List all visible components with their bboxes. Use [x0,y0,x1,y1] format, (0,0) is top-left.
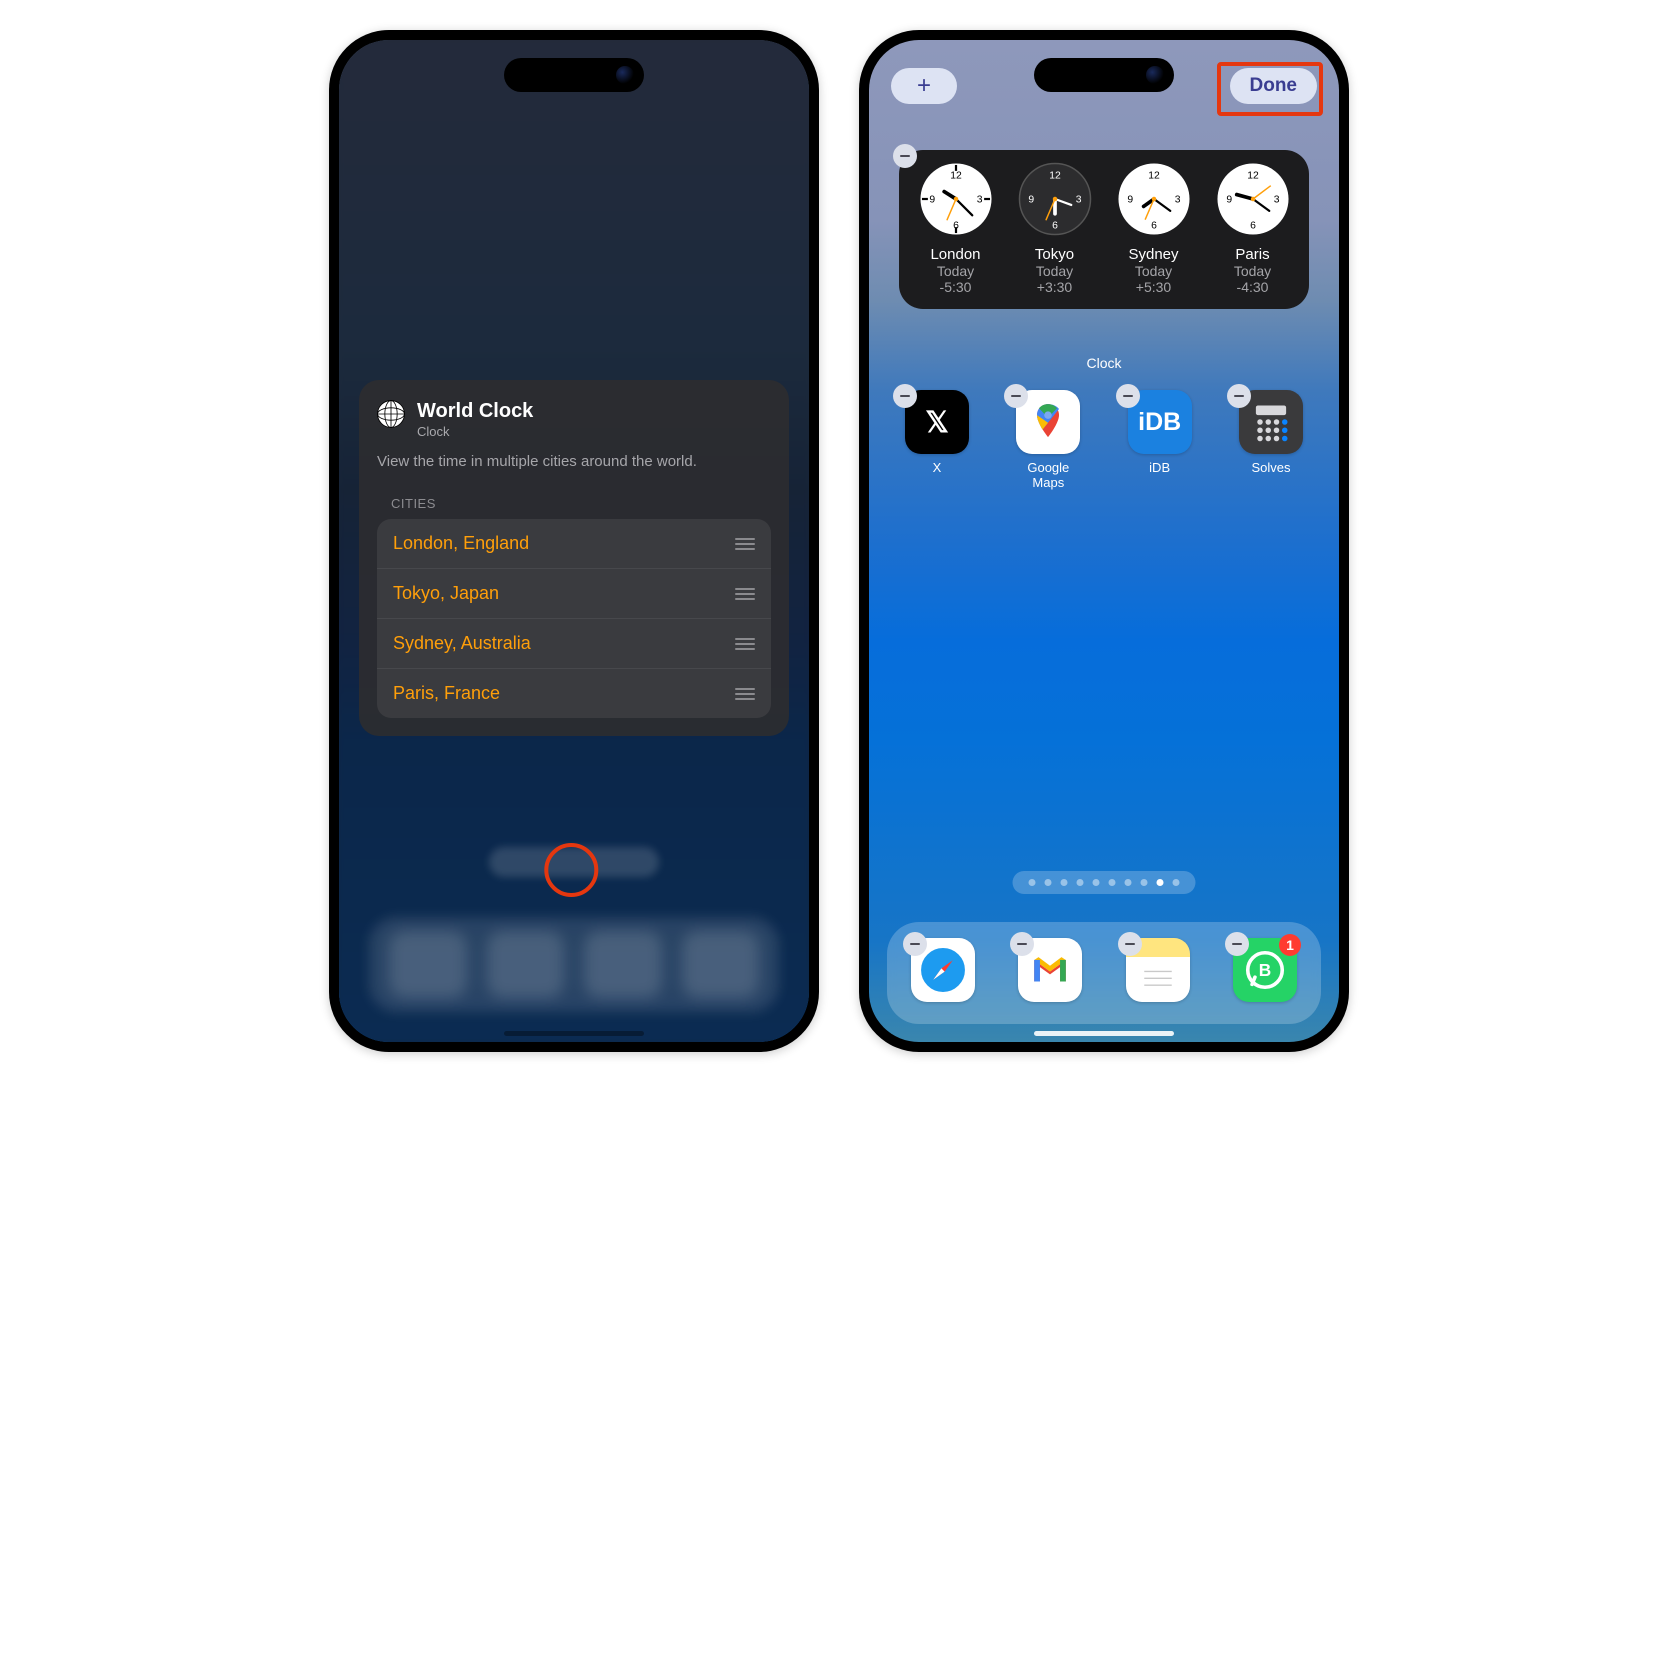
clock-city: London [909,246,1002,263]
dock-blurred [369,917,779,1012]
svg-text:9: 9 [929,195,935,206]
dynamic-island [504,58,644,92]
remove-app-icon[interactable] [1225,932,1249,956]
clock-col-sydney: 12 3 6 9 Sydney Today +5:30 [1107,162,1200,295]
svg-text:9: 9 [1127,195,1133,206]
clock-col-tokyo: 12 3 6 9 Tokyo Today +3:30 [1008,162,1101,295]
drag-handle-icon[interactable] [735,638,755,650]
svg-text:12: 12 [950,170,962,181]
svg-text:12: 12 [1148,170,1160,181]
home-indicator[interactable] [1034,1031,1174,1036]
done-button[interactable]: Done [1230,68,1318,104]
svg-text:6: 6 [1151,221,1157,232]
city-name: Paris, France [393,683,500,704]
analog-clock-icon: 12 3 6 9 [919,162,993,236]
app-x[interactable]: 𝕏 X [899,390,975,490]
city-name: Sydney, Australia [393,633,531,654]
world-clock-icon [377,400,405,428]
dock-app-safari[interactable] [909,938,977,1008]
cities-list: London, England Tokyo, Japan Sydney, Aus… [377,519,771,718]
remove-app-icon[interactable] [1118,932,1142,956]
city-name: London, England [393,533,529,554]
phone-left: World Clock Clock View the time in multi… [329,30,819,1052]
screen-right: + Done 12 3 6 9 [869,40,1339,1042]
city-name: Tokyo, Japan [393,583,499,604]
widget-caption: Clock [869,355,1339,371]
remove-app-icon[interactable] [1116,384,1140,408]
svg-text:3: 3 [1075,195,1081,206]
widget-app-name: Clock [417,424,533,439]
world-clock-config-card: World Clock Clock View the time in multi… [359,380,789,736]
clock-day: Today [1206,263,1299,279]
svg-text:9: 9 [1226,195,1232,206]
screen-left: World Clock Clock View the time in multi… [339,40,809,1042]
svg-text:3: 3 [1273,195,1279,206]
dynamic-island [1034,58,1174,92]
plus-icon: + [917,74,931,98]
home-indicator[interactable] [504,1031,644,1036]
svg-text:12: 12 [1049,170,1061,181]
svg-text:6: 6 [953,221,959,232]
clock-offset: +3:30 [1008,279,1101,295]
svg-text:3: 3 [1174,195,1180,206]
analog-clock-icon: 12 3 6 9 [1216,162,1290,236]
cities-heading: CITIES [391,496,771,511]
clock-day: Today [1008,263,1101,279]
clock-offset: -5:30 [909,279,1002,295]
app-label: iDB [1122,460,1198,475]
app-label: Google Maps [1010,460,1086,490]
drag-handle-icon[interactable] [735,688,755,700]
analog-clock-icon: 12 3 6 9 [1117,162,1191,236]
dock-app-whatsapp-business[interactable]: B 1 [1231,938,1299,1008]
remove-app-icon[interactable] [893,384,917,408]
clock-day: Today [1107,263,1200,279]
svg-text:12: 12 [1247,170,1259,181]
app-label: X [899,460,975,475]
clock-day: Today [909,263,1002,279]
city-row[interactable]: London, England [377,519,771,568]
app-idb[interactable]: iDB iDB [1122,390,1198,490]
done-label: Done [1250,75,1298,97]
svg-text:B: B [1259,960,1271,980]
add-widget-button[interactable]: + [891,68,957,104]
remove-app-icon[interactable] [903,932,927,956]
clock-city: Tokyo [1008,246,1101,263]
dock-app-gmail[interactable] [1016,938,1084,1008]
app-solves[interactable]: Solves [1233,390,1309,490]
app-label: Solves [1233,460,1309,475]
city-row[interactable]: Tokyo, Japan [377,568,771,618]
city-row[interactable]: Paris, France [377,668,771,718]
city-row[interactable]: Sydney, Australia [377,618,771,668]
dock-app-notes[interactable] [1124,938,1192,1008]
clock-widget[interactable]: 12 3 6 9 London Today -5:30 12 3 [899,150,1309,309]
dock: B 1 [887,922,1321,1024]
phone-right: + Done 12 3 6 9 [859,30,1349,1052]
analog-clock-icon: 12 3 6 9 [1018,162,1092,236]
remove-widget-icon[interactable] [893,144,917,168]
clock-col-paris: 12 3 6 9 Paris Today -4:30 [1206,162,1299,295]
clock-city: Paris [1206,246,1299,263]
app-google-maps[interactable]: Google Maps [1010,390,1086,490]
notification-badge: 1 [1279,934,1301,956]
remove-app-icon[interactable] [1227,384,1251,408]
drag-handle-icon[interactable] [735,538,755,550]
drag-handle-icon[interactable] [735,588,755,600]
clock-col-london: 12 3 6 9 London Today -5:30 [909,162,1002,295]
svg-text:6: 6 [1250,221,1256,232]
clock-city: Sydney [1107,246,1200,263]
widget-description: View the time in multiple cities around … [377,453,771,470]
svg-text:3: 3 [976,195,982,206]
annotation-ring [544,843,598,897]
svg-text:6: 6 [1052,221,1058,232]
page-dots[interactable] [1013,871,1196,894]
svg-text:9: 9 [1028,195,1034,206]
widget-title: World Clock [417,400,533,423]
clock-offset: +5:30 [1107,279,1200,295]
apps--row: 𝕏 X Google Maps [899,390,1309,490]
clock-offset: -4:30 [1206,279,1299,295]
